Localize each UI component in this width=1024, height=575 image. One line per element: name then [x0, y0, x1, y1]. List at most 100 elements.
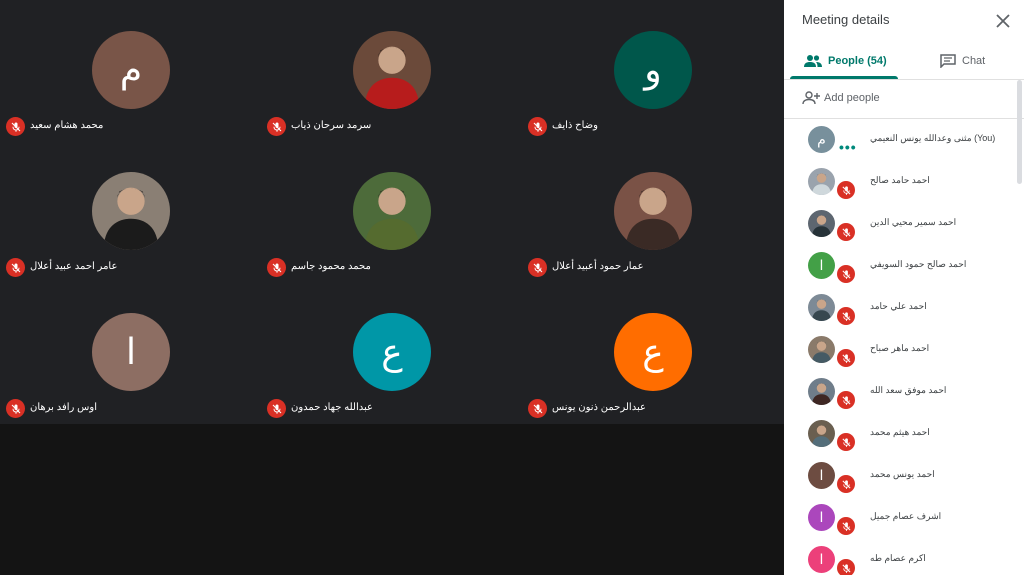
- mic-off-icon: [533, 122, 542, 132]
- participant-tile[interactable]: سرمد سرحان ذياب: [261, 0, 522, 141]
- tab-chat-label: Chat: [962, 55, 986, 67]
- profile-photo-icon: [812, 341, 831, 363]
- profile-photo-icon: [625, 187, 681, 250]
- mic-muted-badge: [6, 399, 25, 418]
- mic-muted-badge: [6, 117, 25, 136]
- add-person-icon: [802, 91, 820, 105]
- mic-muted-badge: [837, 517, 855, 535]
- profile-photo-icon: [812, 425, 831, 447]
- participant-row[interactable]: احمد حامد صالح: [784, 161, 1016, 203]
- participant-name: مثنى وعدالله يونس النعيمي (You): [870, 133, 996, 143]
- mic-off-icon: [841, 269, 851, 279]
- people-icon: [804, 55, 822, 67]
- participant-row[interactable]: احمد هيثم محمد: [784, 413, 1016, 455]
- mic-off-icon: [841, 311, 851, 321]
- participant-row[interactable]: ا اشرف عصام جميل: [784, 497, 1016, 539]
- mic-muted-badge: [837, 559, 855, 575]
- participant-name: عبدالله جهاد حمدون: [291, 402, 373, 413]
- participant-name: اوس رافد برهان: [30, 402, 97, 413]
- participant-avatar: [614, 172, 692, 250]
- mic-off-icon: [841, 563, 851, 573]
- tab-people[interactable]: People (54): [804, 44, 887, 78]
- participant-name: اكرم عصام طه: [870, 553, 926, 563]
- participant-row[interactable]: احمد ماهر صباح: [784, 329, 1016, 371]
- participant-name: احمد ماهر صباح: [870, 343, 930, 353]
- participant-name: محمد محمود جاسم: [291, 261, 371, 272]
- participant-avatar: م: [92, 31, 170, 109]
- mic-off-icon: [841, 521, 851, 531]
- add-people-button[interactable]: Add people: [802, 88, 880, 108]
- tab-divider: [784, 79, 1024, 80]
- participant-avatar: ا: [808, 504, 835, 531]
- participant-avatar: ا: [808, 462, 835, 489]
- participant-row[interactable]: احمد موفق سعد الله: [784, 371, 1016, 413]
- participant-avatar: [353, 172, 431, 250]
- mic-off-icon: [841, 437, 851, 447]
- participant-tile[interactable]: محمد محمود جاسم: [261, 141, 522, 282]
- mic-off-icon: [841, 395, 851, 405]
- participant-name: احمد يونس محمد: [870, 469, 935, 479]
- mic-off-icon: [533, 263, 542, 273]
- panel-title: Meeting details: [802, 12, 890, 27]
- mic-off-icon: [533, 404, 542, 414]
- participant-name: احمد صالح حمود السويفي: [870, 259, 967, 269]
- participant-avatar: ا: [808, 546, 835, 573]
- mic-muted-badge: [837, 307, 855, 325]
- tab-chat[interactable]: Chat: [940, 44, 985, 78]
- mic-muted-badge: [528, 258, 547, 277]
- mic-muted-badge: [837, 391, 855, 409]
- mic-muted-badge: [528, 399, 547, 418]
- participant-name: عمار حمود أعبيد أعلال: [552, 261, 644, 272]
- participant-avatar: و: [614, 31, 692, 109]
- mic-muted-badge: [837, 349, 855, 367]
- participant-avatar: ا: [808, 252, 835, 279]
- participant-avatar: [808, 210, 835, 237]
- participant-tile[interactable]: عامر احمد عبيد أعلال: [0, 141, 261, 282]
- close-button[interactable]: [992, 10, 1014, 32]
- participant-row[interactable]: ا اكرم عصام طه: [784, 539, 1016, 575]
- mic-off-icon: [272, 263, 281, 273]
- participant-tile[interactable]: ع عبدالله جهاد حمدون: [261, 282, 522, 423]
- mic-off-icon: [841, 353, 851, 363]
- participant-avatar: [808, 420, 835, 447]
- participant-row[interactable]: م ••• مثنى وعدالله يونس النعيمي (You): [784, 119, 1016, 161]
- add-people-label: Add people: [824, 92, 880, 104]
- mic-off-icon: [11, 263, 20, 273]
- participant-row[interactable]: احمد سمير محيي الدين: [784, 203, 1016, 245]
- mic-muted-badge: [837, 223, 855, 241]
- participant-avatar: [808, 294, 835, 321]
- participant-tile[interactable]: ا اوس رافد برهان: [0, 282, 261, 423]
- participant-tile[interactable]: ع عبدالرحمن ذنون يونس: [522, 282, 783, 423]
- profile-photo-icon: [812, 299, 831, 321]
- participant-row[interactable]: ا احمد يونس محمد: [784, 455, 1016, 497]
- participant-avatar: ع: [614, 313, 692, 391]
- meeting-details-panel: Meeting details People (54) Chat Add peo…: [784, 0, 1024, 575]
- participant-avatar: [92, 172, 170, 250]
- participant-row[interactable]: احمد علي حامد: [784, 287, 1016, 329]
- participant-tile[interactable]: و وضاح ذايف: [522, 0, 783, 141]
- mic-muted-badge: [837, 265, 855, 283]
- mic-off-icon: [841, 479, 851, 489]
- profile-photo-icon: [364, 187, 420, 250]
- mic-off-icon: [272, 404, 281, 414]
- participant-row[interactable]: ا احمد صالح حمود السويفي: [784, 245, 1016, 287]
- participant-tile[interactable]: عمار حمود أعبيد أعلال: [522, 141, 783, 282]
- tab-people-label: People (54): [828, 55, 887, 67]
- participant-avatar: ع: [353, 313, 431, 391]
- close-icon: [996, 14, 1010, 28]
- mic-muted-badge: [837, 475, 855, 493]
- participant-name: احمد سمير محيي الدين: [870, 217, 957, 227]
- profile-photo-icon: [812, 215, 831, 237]
- mic-muted-badge: [6, 258, 25, 277]
- profile-photo-icon: [103, 187, 159, 250]
- participant-tile[interactable]: م محمد هشام سعيد: [0, 0, 261, 141]
- profile-photo-icon: [364, 46, 420, 109]
- participant-name: احمد حامد صالح: [870, 175, 930, 185]
- participant-name: احمد موفق سعد الله: [870, 385, 947, 395]
- video-grid: م محمد هشام سعيد سرمد سرحان ذياب و وضاح ذ…: [0, 0, 784, 424]
- participant-name: عامر احمد عبيد أعلال: [30, 261, 118, 272]
- profile-photo-icon: [812, 173, 831, 195]
- participant-list-scrollbar[interactable]: [1017, 80, 1022, 184]
- meeting-stage: م محمد هشام سعيد سرمد سرحان ذياب و وضاح ذ…: [0, 0, 784, 575]
- participant-avatar: [808, 378, 835, 405]
